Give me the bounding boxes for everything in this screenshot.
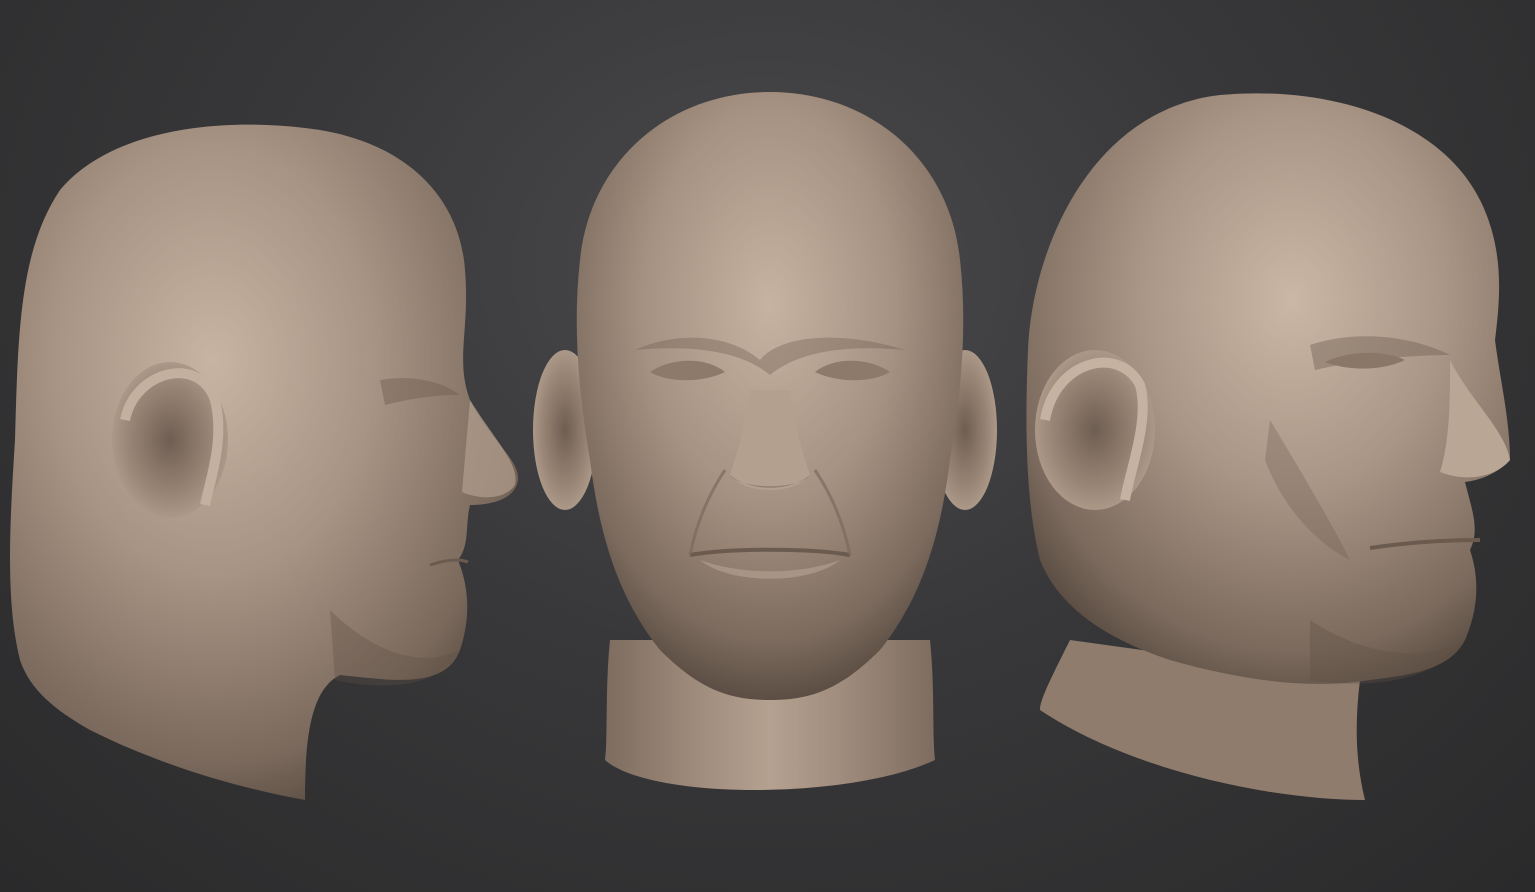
left-nose [462,400,516,498]
front-head [533,92,997,790]
left-head-shape [10,124,519,801]
sculpt-viewport [0,0,1535,892]
left-profile-head [10,124,519,801]
right-three-quarter-head [1026,93,1510,800]
